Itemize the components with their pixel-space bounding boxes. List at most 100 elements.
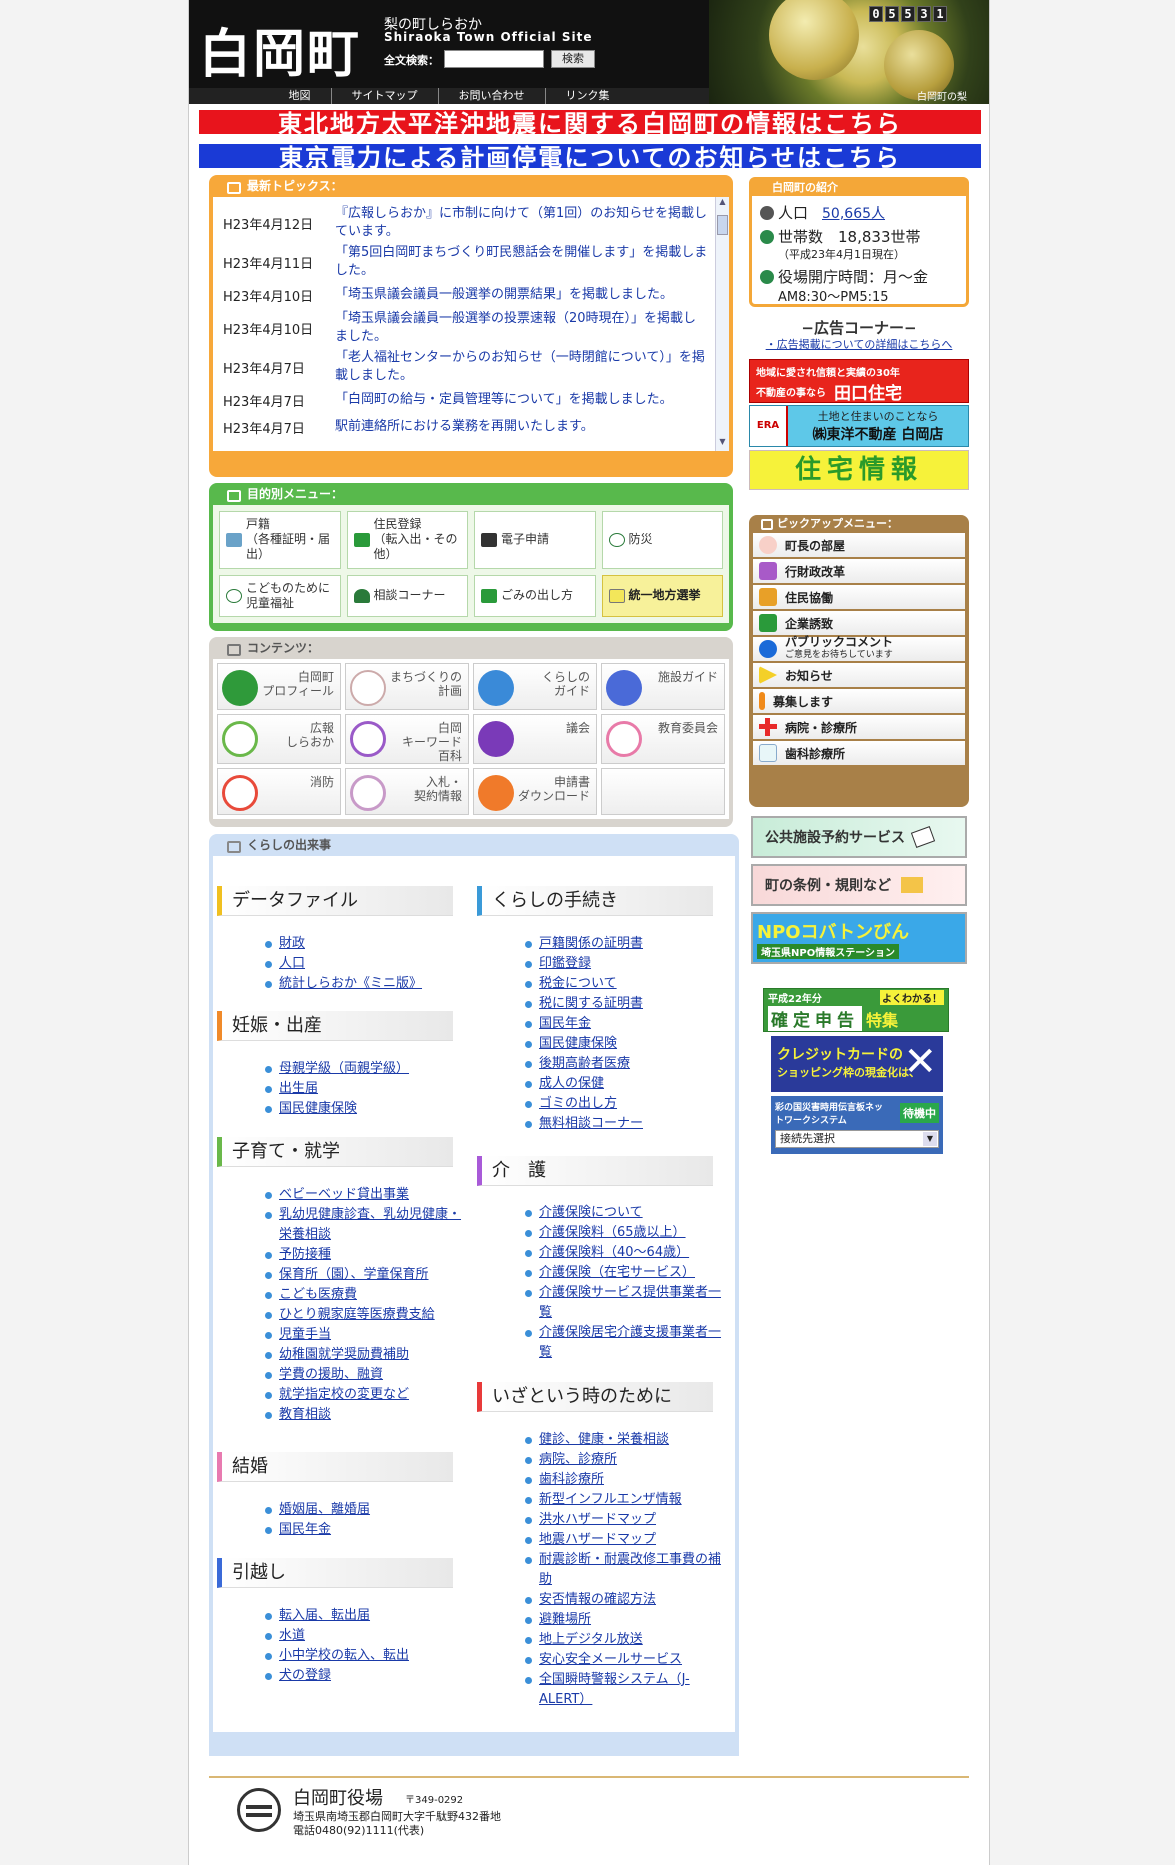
link[interactable]: 財政 [263,934,422,954]
link[interactable]: 全国瞬時警報システム（J-ALERT） [523,1670,723,1710]
link[interactable]: 人口 [263,954,422,974]
link[interactable]: 安否情報の確認方法 [523,1590,723,1610]
link[interactable]: ベビーベッド貸出事業 [263,1185,463,1205]
link[interactable]: 就学指定校の変更など [263,1385,463,1405]
purpose-child-welfare[interactable]: こどものために 児童福祉 [219,574,341,617]
search-button[interactable]: 検索 [551,50,595,68]
link[interactable]: 小中学校の転入、転出 [263,1646,409,1666]
link[interactable]: 国民年金 [523,1014,643,1034]
link[interactable]: ゴミの出し方 [523,1094,643,1114]
link[interactable]: 出生届 [263,1079,409,1099]
link[interactable]: 地上デジタル放送 [523,1630,723,1650]
topic-link[interactable]: 『広報しらおか』に市制に向けて（第1回）のお知らせを掲載しています。 [335,205,709,241]
link[interactable]: 印鑑登録 [523,954,643,974]
site-logo[interactable]: 白岡町 [199,12,361,87]
content-fire[interactable]: 消防 [217,768,341,815]
topic-link[interactable]: 「埼玉県議会議員一般選挙の開票結果」を掲載しました。 [335,286,673,304]
nav-map[interactable]: 地図 [269,88,332,104]
outage-banner[interactable]: 東京電力による計画停電についてのお知らせはこちら [197,142,983,172]
link[interactable]: 地震ハザードマップ [523,1530,723,1550]
content-assembly[interactable]: 議会 [473,714,597,764]
pickup-recruit[interactable]: 募集します [753,689,965,715]
link[interactable]: 予防接種 [263,1245,463,1265]
link[interactable]: 婚姻届、離婚届 [263,1500,370,1520]
facility-reservation-button[interactable]: 公共施設予約サービス [751,816,967,858]
link[interactable]: 歯科診療所 [523,1470,723,1490]
purpose-election[interactable]: 統一地方選挙 [601,574,723,617]
link[interactable]: 病院、診療所 [523,1450,723,1470]
pickup-collaboration[interactable]: 住民協働 [753,585,965,611]
tax-return-banner[interactable]: 平成22年分 よくわかる！ 確定申告 特集 [763,988,949,1032]
topics-scrollbar[interactable]: ▲ ▼ [715,197,729,451]
link[interactable]: 無料相談コーナー [523,1114,643,1134]
link[interactable]: 水道 [263,1626,409,1646]
npo-button[interactable]: NPOコバトンびん 埼玉県NPO情報ステーション [751,912,967,964]
link[interactable]: 税金について [523,974,643,994]
content-profile[interactable]: 白岡町 プロフィール [217,663,341,710]
link[interactable]: 避難場所 [523,1610,723,1630]
link[interactable]: 教育相談 [263,1405,463,1425]
pickup-business[interactable]: 企業誘致 [753,611,965,637]
topic-link[interactable]: 「第5回白岡町まちづくり町民懇話会を開催します」を掲載しました。 [335,244,709,280]
content-living-guide[interactable]: くらしの ガイド [473,663,597,710]
link[interactable]: 児童手当 [263,1325,463,1345]
content-education[interactable]: 教育委員会 [601,714,725,764]
pickup-mayor[interactable]: 町長の部屋 [753,533,965,559]
ad-info-link[interactable]: ・広告掲載についての詳細はこちらへ [749,336,969,352]
link[interactable]: 介護保険について [523,1203,723,1223]
nav-links[interactable]: リンク集 [546,88,630,104]
link[interactable]: ひとり親家庭等医療費支給 [263,1305,463,1325]
ad-taguchi[interactable]: 地域に愛され信頼と実績の30年 不動産の事なら 田口住宅 [749,359,969,404]
link[interactable]: 乳幼児健康診査、乳幼児健康・栄養相談 [263,1205,463,1245]
link[interactable]: 幼稚園就学奨励費補助 [263,1345,463,1365]
link[interactable]: 安心安全メールサービス [523,1650,723,1670]
link[interactable]: 洪水ハザードマップ [523,1510,723,1530]
scroll-down-icon[interactable]: ▼ [716,437,729,451]
earthquake-banner[interactable]: 東北地方太平洋沖地震に関する白岡町の情報はこちら [197,108,983,138]
population-link[interactable]: 50,665人 [822,203,885,223]
link[interactable]: 統計しらおか《ミニ版》 [263,974,422,994]
purpose-resident-registration[interactable]: 住民登録 （転入出・その他） [346,511,468,569]
nav-sitemap[interactable]: サイトマップ [332,88,439,104]
link[interactable]: 成人の保健 [523,1074,643,1094]
topic-link[interactable]: 「埼玉県議会議員一般選挙の投票速報（20時現在）」を掲載しました。 [335,310,709,346]
topic-link[interactable]: 「白岡町の給与・定員管理等について」を掲載しました。 [335,391,673,409]
pickup-reform[interactable]: 行財政改革 [753,559,965,585]
topic-link[interactable]: 「老人福祉センターからのお知らせ（一時閉館について）」を掲載しました。 [335,349,709,385]
content-keyword[interactable]: 白岡 キーワード 百科 [345,714,469,764]
link[interactable]: 介護保険サービス提供事業者一覧 [523,1283,723,1323]
topic-link[interactable]: 駅前連絡所における業務を再開いたします。 [335,418,594,436]
link[interactable]: 犬の登録 [263,1666,409,1686]
link[interactable]: 保育所（園）、学童保育所 [263,1265,463,1285]
ordinance-button[interactable]: 町の条例・規則など [751,864,967,906]
purpose-garbage[interactable]: ごみの出し方 [474,574,596,617]
link[interactable]: 後期高齢者医療 [523,1054,643,1074]
link[interactable]: 国民健康保険 [523,1034,643,1054]
link[interactable]: 国民年金 [263,1520,370,1540]
connection-select[interactable]: 接続先選択 ▼ [775,1130,939,1148]
pickup-public-comment[interactable]: パブリックコメント ご意見をお待ちしています [753,636,965,663]
link[interactable]: 戸籍関係の証明書 [523,934,643,954]
ad-toyo[interactable]: ERA 土地と住まいのことなら ㈱東洋不動産 白岡店 [749,405,969,447]
link[interactable]: 母親学級（両親学級） [263,1059,409,1079]
credit-card-warning-banner[interactable]: クレジットカードの ショッピング枠の現金化は、 ✕ [771,1036,943,1092]
content-bidding[interactable]: 入札・ 契約情報 [345,768,469,815]
purpose-consultation[interactable]: 相談コーナー [346,574,468,617]
nav-contact[interactable]: お問い合わせ [439,88,546,104]
link[interactable]: 介護保険居宅介護支援事業者一覧 [523,1323,723,1363]
link[interactable]: 転入届、転出届 [263,1606,409,1626]
link[interactable]: 健診、健康・栄養相談 [523,1430,723,1450]
purpose-e-application[interactable]: 電子申請 [474,511,596,569]
search-input[interactable] [444,50,544,68]
content-facility-guide[interactable]: 施設ガイド [601,663,725,710]
link[interactable]: 税に関する証明書 [523,994,643,1014]
link[interactable]: 国民健康保険 [263,1099,409,1119]
pickup-news[interactable]: お知らせ [753,663,965,689]
link[interactable]: 学費の援助、融資 [263,1365,463,1385]
pickup-hospital[interactable]: 病院・診療所 [753,715,965,741]
link[interactable]: 介護保険料（40〜64歳） [523,1243,723,1263]
content-public-relations[interactable]: 広報 しらおか [217,714,341,764]
link[interactable]: こども医療費 [263,1285,463,1305]
pickup-dental[interactable]: 歯科診療所 [753,741,965,767]
link[interactable]: 新型インフルエンザ情報 [523,1490,723,1510]
